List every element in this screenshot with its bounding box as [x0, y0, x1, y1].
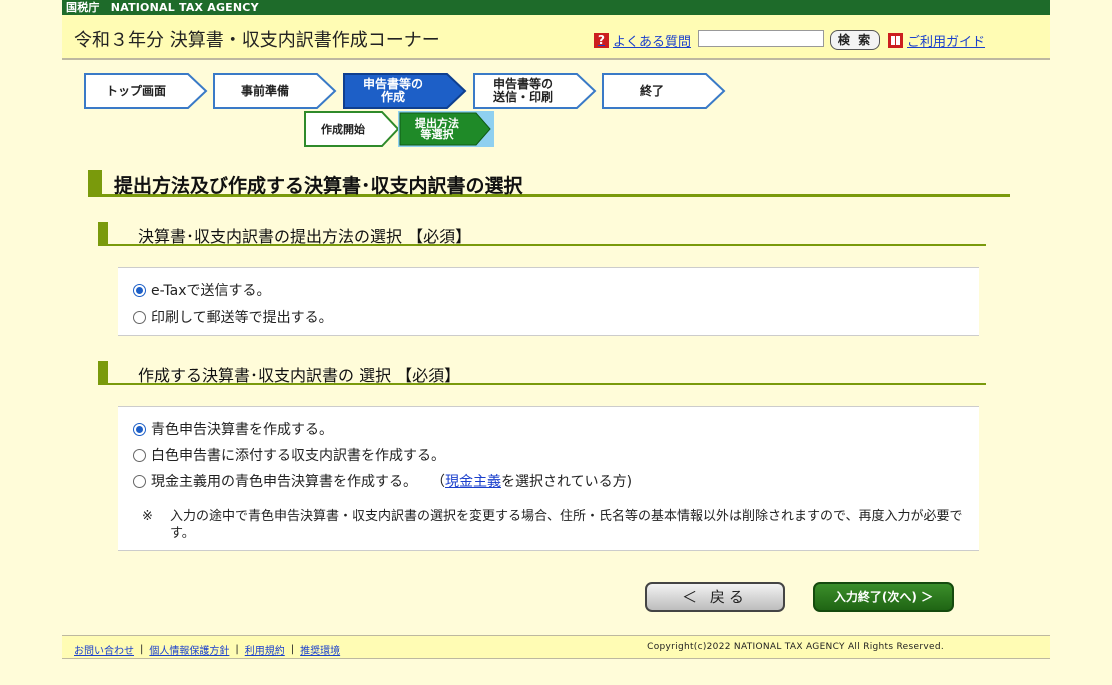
radio-icon[interactable]	[133, 448, 146, 462]
footer-link-terms[interactable]: 利用規約	[245, 642, 285, 657]
heading-bar	[98, 361, 108, 383]
radio-cash-basis[interactable]: 現金主義用の青色申告決算書を作成する。 （現金主義 を選択されている方)	[133, 471, 632, 491]
main-heading: 提出方法及び作成する決算書･収支内訳書の選択	[88, 170, 1010, 197]
section-heading-text: 決算書･収支内訳書の提出方法の選択 【必須】	[138, 227, 472, 246]
book-icon	[888, 33, 903, 48]
step-label: トップ画面	[105, 83, 166, 98]
footer-link-environment[interactable]: 推奨環境	[300, 642, 340, 657]
guide-label: ご利用ガイド	[907, 35, 986, 50]
cash-basis-link[interactable]: 現金主義	[445, 471, 501, 491]
footer-separator: |	[290, 644, 295, 655]
section-heading-text: 作成する決算書･収支内訳書の 選択 【必須】	[138, 366, 461, 385]
radio-label: 青色申告決算書を作成する。	[151, 422, 333, 438]
cash-basis-note-close: を選択されている方)	[501, 474, 633, 490]
step-create: 申告書等の 作成	[343, 73, 467, 109]
footer: お問い合わせ | 個人情報保護方針 | 利用規約 | 推奨環境 Copyrigh…	[62, 635, 1050, 659]
back-button[interactable]: ＜ 戻る	[645, 582, 785, 612]
step-label: 申告書等の 作成	[362, 77, 423, 104]
main-heading-text: 提出方法及び作成する決算書･収支内訳書の選択	[114, 175, 523, 197]
radio-icon[interactable]	[133, 310, 146, 324]
page-title: 令和３年分 決算書・収支内訳書作成コーナー	[74, 30, 440, 51]
radio-label: e-Taxで送信する。	[151, 283, 271, 299]
radio-etax[interactable]: e-Taxで送信する。	[133, 280, 270, 300]
heading-bar	[98, 222, 108, 244]
radio-checked-icon[interactable]	[133, 422, 146, 436]
radio-icon[interactable]	[133, 474, 146, 488]
footer-links: お問い合わせ | 個人情報保護方針 | 利用規約 | 推奨環境	[74, 642, 340, 657]
radio-blue-return[interactable]: 青色申告決算書を作成する。	[133, 419, 333, 439]
cash-basis-note-open: （	[431, 474, 445, 490]
note-text: 入力の途中で青色申告決算書・収支内訳書の選択を変更する場合、住所・氏名等の基本情…	[170, 509, 963, 541]
agency-bar: 国税庁 NATIONAL TAX AGENCY	[62, 0, 1050, 15]
radio-white-return[interactable]: 白色申告書に添付する収支内訳書を作成する。	[133, 445, 445, 465]
section-heading-method: 決算書･収支内訳書の提出方法の選択 【必須】	[98, 222, 986, 246]
radio-print[interactable]: 印刷して郵送等で提出する。	[133, 307, 333, 327]
step-label: 申告書等の 送信・印刷	[492, 77, 553, 104]
step-label: 作成開始	[321, 122, 365, 136]
faq-link[interactable]: ? よくある質問	[594, 31, 691, 50]
change-warning-note: ※ 入力の途中で青色申告決算書・収支内訳書の選択を変更する場合、住所・氏名等の基…	[142, 508, 972, 542]
step-prep: 事前準備	[213, 73, 337, 109]
footer-link-privacy[interactable]: 個人情報保護方針	[149, 642, 229, 657]
search-button[interactable]: 検 索	[830, 30, 880, 50]
footer-link-contact[interactable]: お問い合わせ	[74, 642, 134, 657]
radio-label: 白色申告書に添付する収支内訳書を作成する。	[151, 448, 445, 464]
header: 令和３年分 決算書・収支内訳書作成コーナー ? よくある質問 検 索 ご利用ガイ…	[62, 15, 1050, 60]
search-input[interactable]	[698, 30, 824, 47]
document-panel: 青色申告決算書を作成する。 白色申告書に添付する収支内訳書を作成する。 現金主義…	[118, 406, 979, 551]
radio-label: 現金主義用の青色申告決算書を作成する。	[151, 474, 417, 490]
footer-separator: |	[140, 644, 144, 655]
faq-label: よくある質問	[613, 35, 692, 50]
step-label: 終了	[639, 83, 664, 98]
method-panel: e-Taxで送信する。 印刷して郵送等で提出する。	[118, 267, 979, 336]
step-top: トップ画面	[84, 73, 208, 109]
radio-checked-icon[interactable]	[133, 283, 146, 297]
step-label: 提出方法 等選択	[415, 117, 459, 141]
heading-bar	[88, 170, 102, 194]
section-heading-document: 作成する決算書･収支内訳書の 選択 【必須】	[98, 361, 986, 385]
note-mark: ※	[142, 509, 153, 524]
step-label: 事前準備	[240, 83, 289, 98]
question-icon: ?	[594, 33, 609, 48]
substep-method: 提出方法 等選択	[398, 111, 494, 147]
footer-separator: |	[235, 644, 239, 655]
step-send: 申告書等の 送信・印刷	[473, 73, 597, 109]
substep-start: 作成開始	[304, 111, 400, 147]
step-end: 終了	[602, 73, 726, 109]
copyright: Copyright(c)2022 NATIONAL TAX AGENCY All…	[647, 642, 944, 652]
radio-label: 印刷して郵送等で提出する。	[151, 310, 333, 326]
next-button[interactable]: 入力終了(次へ) ＞	[813, 582, 954, 612]
guide-link[interactable]: ご利用ガイド	[888, 31, 985, 50]
